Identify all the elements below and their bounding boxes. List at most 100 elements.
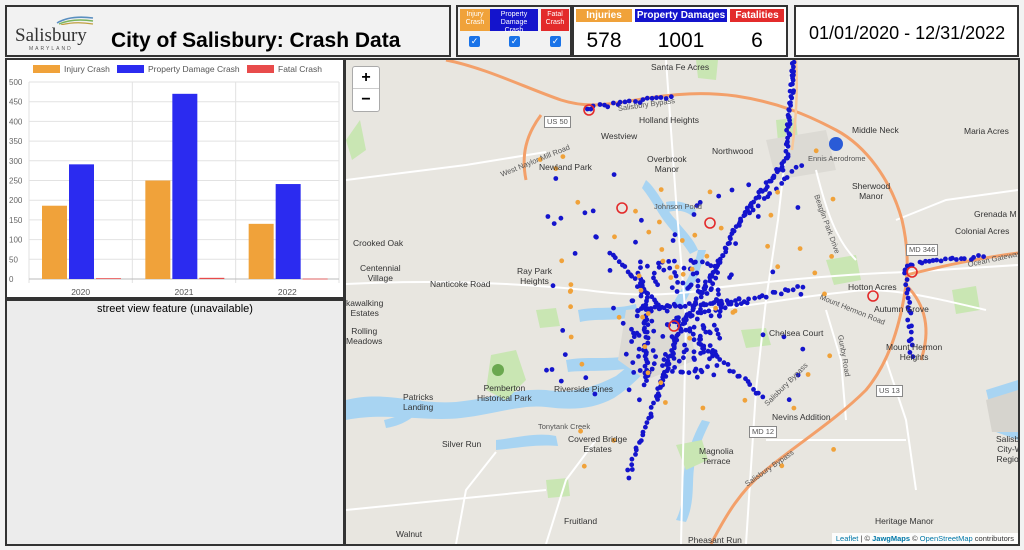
crash-marker-injury[interactable] (612, 234, 617, 240)
crash-marker[interactable] (790, 287, 796, 293)
crash-marker[interactable] (717, 357, 723, 362)
crash-marker[interactable] (706, 308, 712, 314)
crash-marker-injury[interactable] (657, 219, 662, 225)
crash-marker-injury[interactable] (642, 344, 648, 350)
crash-marker[interactable] (700, 290, 705, 296)
crash-marker[interactable] (590, 208, 596, 214)
crash-marker[interactable] (717, 335, 723, 341)
crash-marker[interactable] (681, 317, 687, 323)
crash-marker-injury[interactable] (579, 361, 585, 367)
crash-marker[interactable] (715, 331, 721, 337)
crash-marker-injury[interactable] (707, 189, 713, 195)
crash-marker[interactable] (686, 370, 692, 376)
crash-marker[interactable] (623, 351, 629, 357)
crash-marker[interactable] (640, 432, 646, 438)
crash-marker[interactable] (669, 285, 675, 290)
crash-marker[interactable] (712, 349, 718, 354)
crash-marker-injury[interactable] (742, 397, 748, 403)
crash-marker[interactable] (729, 187, 735, 193)
crash-marker[interactable] (549, 367, 555, 372)
crash-marker-injury[interactable] (692, 232, 698, 238)
crash-marker-injury[interactable] (568, 334, 574, 340)
crash-marker[interactable] (949, 255, 955, 261)
crash-marker[interactable] (700, 259, 705, 265)
crash-marker-injury[interactable] (568, 282, 574, 287)
crash-marker[interactable] (670, 350, 676, 356)
crash-marker[interactable] (644, 378, 649, 383)
crash-marker[interactable] (689, 313, 695, 318)
crash-marker-injury[interactable] (805, 372, 811, 377)
crash-marker[interactable] (630, 360, 636, 365)
crash-marker[interactable] (714, 327, 720, 333)
crash-marker[interactable] (733, 241, 738, 247)
crash-marker[interactable] (731, 369, 736, 374)
crash-marker[interactable] (698, 367, 704, 373)
crash-marker[interactable] (787, 108, 792, 113)
filter-injury-checkbox[interactable]: ✓ (469, 36, 480, 47)
crash-marker-injury[interactable] (575, 199, 581, 205)
crash-marker[interactable] (908, 329, 914, 335)
crash-marker-injury[interactable] (830, 196, 836, 202)
crash-marker[interactable] (695, 288, 701, 294)
crash-marker-injury[interactable] (679, 238, 685, 243)
crash-marker[interactable] (760, 332, 766, 338)
crash-marker-injury[interactable] (791, 405, 797, 411)
crash-marker[interactable] (905, 317, 911, 323)
crash-marker[interactable] (643, 424, 648, 430)
crash-marker[interactable] (666, 259, 672, 264)
crash-marker[interactable] (611, 100, 616, 106)
crash-marker[interactable] (694, 270, 700, 276)
crash-marker-injury[interactable] (646, 229, 652, 235)
crash-marker[interactable] (705, 261, 710, 267)
crash-marker[interactable] (717, 259, 723, 265)
crash-marker[interactable] (626, 387, 632, 393)
crash-marker[interactable] (669, 334, 675, 340)
crash-marker[interactable] (789, 169, 795, 174)
crash-marker[interactable] (660, 334, 666, 339)
crash-marker[interactable] (763, 294, 769, 300)
crash-marker[interactable] (661, 357, 667, 362)
crash-marker-fatal[interactable] (867, 290, 879, 302)
crash-marker[interactable] (698, 350, 703, 356)
crash-marker[interactable] (667, 304, 673, 309)
crash-marker[interactable] (597, 102, 603, 107)
crash-marker[interactable] (734, 302, 740, 308)
crash-marker[interactable] (651, 361, 657, 367)
crash-marker[interactable] (770, 269, 776, 275)
crash-marker[interactable] (728, 301, 734, 307)
crash-marker[interactable] (788, 103, 793, 108)
crash-marker[interactable] (638, 293, 644, 299)
crash-marker[interactable] (708, 313, 714, 319)
crash-marker-injury[interactable] (616, 314, 622, 320)
crash-marker-injury[interactable] (732, 308, 738, 314)
crash-marker[interactable] (650, 348, 656, 353)
crash-marker-injury[interactable] (768, 212, 774, 218)
crash-marker[interactable] (687, 326, 693, 332)
crash-marker-injury[interactable] (658, 380, 664, 386)
crash-marker[interactable] (672, 232, 678, 238)
crash-marker[interactable] (780, 167, 786, 173)
crash-marker-injury[interactable] (559, 258, 565, 264)
crash-marker[interactable] (714, 363, 720, 368)
crash-marker[interactable] (691, 212, 697, 217)
crash-marker-injury[interactable] (568, 304, 573, 310)
crash-marker[interactable] (680, 280, 686, 286)
filter-injury[interactable]: Injury Crash ✓ (460, 9, 490, 53)
crash-marker[interactable] (644, 350, 649, 355)
crash-marker[interactable] (708, 287, 714, 293)
filter-property-damage[interactable]: Property Damage Crash ✓ (490, 9, 538, 53)
crash-marker[interactable] (729, 272, 734, 278)
crash-marker[interactable] (634, 330, 640, 336)
crash-marker-injury[interactable] (668, 275, 674, 280)
crash-marker[interactable] (961, 256, 967, 262)
crash-marker[interactable] (698, 306, 703, 312)
crash-marker[interactable] (648, 405, 654, 410)
crash-marker[interactable] (903, 282, 909, 288)
crash-marker-injury[interactable] (704, 253, 710, 259)
crash-marker[interactable] (798, 291, 804, 297)
crash-marker[interactable] (674, 289, 680, 294)
crash-marker[interactable] (684, 312, 690, 317)
crash-marker[interactable] (711, 372, 717, 378)
crash-marker-injury[interactable] (812, 270, 818, 276)
crash-marker[interactable] (736, 373, 742, 379)
